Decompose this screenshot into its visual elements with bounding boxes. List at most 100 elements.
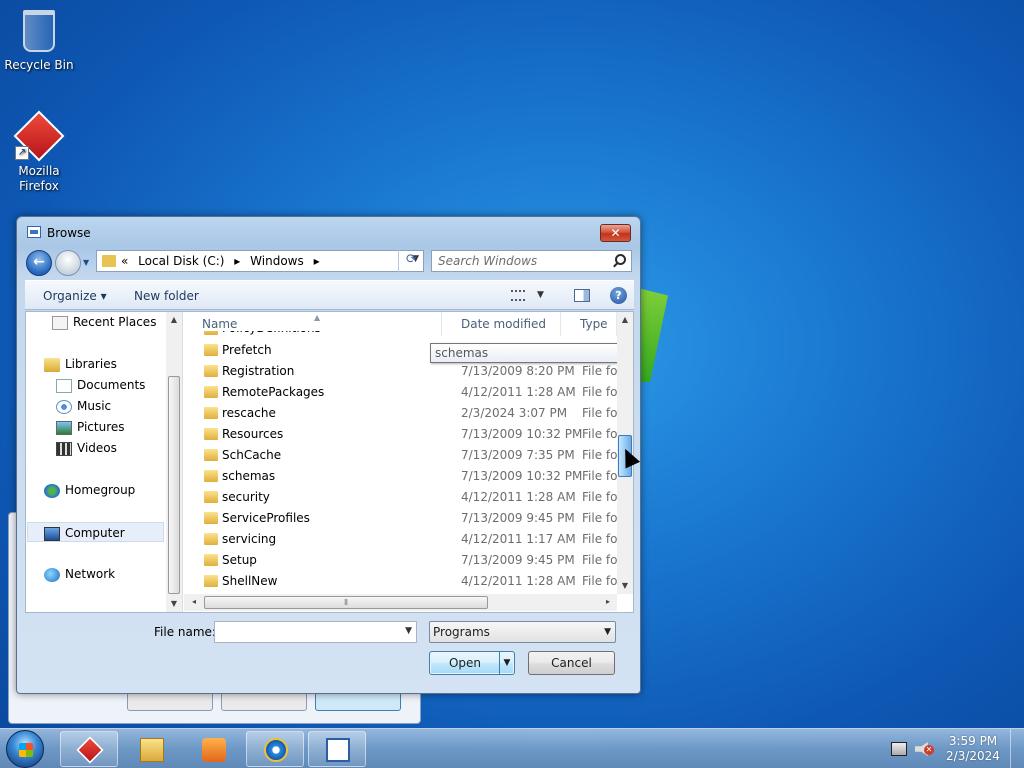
computer-icon <box>44 526 60 541</box>
search-box[interactable] <box>431 250 632 272</box>
search-input[interactable] <box>438 253 598 269</box>
nav-item-recent-places[interactable]: Recent Places <box>52 312 156 332</box>
file-row[interactable]: RemotePackages 4/12/2011 1:28 AM File fol <box>184 382 624 403</box>
back-button[interactable]: ← <box>26 250 52 276</box>
organize-button[interactable]: Organize ▾ <box>43 289 107 303</box>
nav-item-homegroup[interactable]: Homegroup <box>44 480 135 500</box>
system-clock[interactable]: 3:59 PM 2/3/2024 <box>940 734 1006 764</box>
file-row[interactable]: Resources 7/13/2009 10:32 PM File fol <box>184 424 624 445</box>
recycle-bin-desktop-icon[interactable]: Recycle Bin <box>1 6 77 73</box>
file-row[interactable]: rescache 2/3/2024 3:07 PM File fol <box>184 403 624 424</box>
file-row[interactable]: servicing 4/12/2011 1:17 AM File fol <box>184 529 624 550</box>
file-type-filter[interactable]: Programs ▼ <box>429 621 616 643</box>
title-bar[interactable]: Browse ✕ <box>17 217 640 249</box>
breadcrumb-separator[interactable]: ▸ <box>234 254 240 268</box>
close-button[interactable]: ✕ <box>600 224 631 242</box>
firefox-icon: ↗ <box>13 110 65 162</box>
folder-icon <box>204 470 218 482</box>
search-icon[interactable] <box>615 254 626 265</box>
scroll-up-arrow-icon[interactable]: ▲ <box>166 312 182 328</box>
taskbar-internet-explorer[interactable] <box>246 731 304 767</box>
file-row[interactable]: ShellNew 4/12/2011 1:28 AM File fol <box>184 571 624 592</box>
views-dropdown-icon[interactable]: ▼ <box>537 290 544 300</box>
scroll-down-arrow-icon[interactable]: ▼ <box>617 578 633 594</box>
refresh-button[interactable]: ⟳ <box>398 250 424 272</box>
taskbar-firefox[interactable] <box>60 731 118 767</box>
file-row[interactable]: SchCache 7/13/2009 7:35 PM File fol <box>184 445 624 466</box>
background-window-button[interactable] <box>127 691 213 711</box>
navigation-scrollbar[interactable]: ▲ ▼ <box>166 312 182 612</box>
background-window-button[interactable] <box>221 691 307 711</box>
folder-icon <box>204 428 218 440</box>
cancel-button[interactable]: Cancel <box>528 651 615 675</box>
file-row[interactable]: Setup 7/13/2009 9:45 PM File fol <box>184 550 624 571</box>
views-icon[interactable] <box>511 290 525 301</box>
file-name-combobox[interactable]: ▼ <box>214 621 417 643</box>
libraries-icon <box>44 357 60 372</box>
start-button[interactable] <box>6 730 44 768</box>
clock-time: 3:59 PM <box>948 734 998 748</box>
breadcrumb-separator[interactable]: ▸ <box>314 254 320 268</box>
background-window-button[interactable] <box>315 691 401 711</box>
breadcrumb-local-disk[interactable]: Local Disk (C:) <box>138 254 224 268</box>
navigation-pane: Recent Places Libraries Documents Music … <box>26 312 183 612</box>
scroll-down-arrow-icon[interactable]: ▼ <box>166 596 182 612</box>
file-name-input[interactable] <box>218 624 398 640</box>
nav-item-documents[interactable]: Documents <box>56 375 145 395</box>
nav-item-videos[interactable]: Videos <box>56 438 117 458</box>
scroll-up-arrow-icon[interactable]: ▲ <box>617 312 633 328</box>
firefox-desktop-icon[interactable]: ↗ Mozilla Firefox <box>1 110 77 194</box>
nav-item-network[interactable]: Network <box>44 564 115 584</box>
preview-pane-icon[interactable] <box>574 289 590 302</box>
file-row[interactable]: PolicyDefinitions <box>184 331 624 339</box>
nav-item-libraries[interactable]: Libraries <box>44 354 117 374</box>
folder-icon <box>204 365 218 377</box>
music-icon <box>56 399 72 414</box>
help-icon[interactable]: ? <box>610 287 627 304</box>
taskbar-media-player[interactable] <box>184 731 242 767</box>
file-row[interactable]: security 4/12/2011 1:28 AM File fol <box>184 487 624 508</box>
taskbar-windows-explorer[interactable] <box>122 731 180 767</box>
file-name-dropdown-icon[interactable]: ▼ <box>405 626 412 636</box>
browse-dialog: Browse ✕ ← ▼ « Local Disk (C:) ▸ Windows… <box>16 216 641 694</box>
forward-button[interactable] <box>55 250 81 276</box>
scroll-left-arrow-icon[interactable]: ◂ <box>186 594 202 610</box>
folder-icon <box>204 554 218 566</box>
nav-item-music[interactable]: Music <box>56 396 111 416</box>
shortcut-arrow-icon: ↗ <box>15 146 29 160</box>
folder-icon <box>204 407 218 419</box>
network-icon <box>44 567 60 582</box>
recycle-bin-icon <box>15 6 63 54</box>
taskbar-browse-window[interactable] <box>308 731 366 767</box>
show-desktop-button[interactable] <box>1010 729 1024 768</box>
folder-icon <box>204 512 218 524</box>
clock-date: 2/3/2024 <box>946 749 1000 763</box>
open-split-dropdown-icon[interactable]: ▼ <box>499 652 514 674</box>
file-list-horizontal-scrollbar[interactable]: ◂ ⦀ ▸ <box>184 594 617 611</box>
folder-icon <box>204 533 218 545</box>
recent-pages-dropdown[interactable]: ▼ <box>83 258 89 267</box>
pictures-icon <box>56 420 72 435</box>
main-area: Recent Places Libraries Documents Music … <box>25 311 634 613</box>
scroll-right-arrow-icon[interactable]: ▸ <box>600 594 616 610</box>
back-arrow-icon: ← <box>33 254 45 270</box>
breadcrumb-windows[interactable]: Windows <box>250 254 304 268</box>
file-row[interactable]: ServiceProfiles 7/13/2009 9:45 PM File fol <box>184 508 624 529</box>
homegroup-icon <box>44 483 60 498</box>
nav-item-pictures[interactable]: Pictures <box>56 417 125 437</box>
new-folder-button[interactable]: New folder <box>134 289 199 303</box>
muted-icon: ✕ <box>924 745 934 755</box>
nav-item-computer[interactable]: Computer <box>27 522 164 542</box>
breadcrumb-overflow[interactable]: « <box>121 254 128 268</box>
recent-places-icon <box>52 315 68 330</box>
recycle-bin-label: Recycle Bin <box>4 58 74 72</box>
network-tray-icon[interactable] <box>891 742 907 756</box>
folder-icon <box>204 575 218 587</box>
file-row[interactable]: schemas 7/13/2009 10:32 PM File fol <box>184 466 624 487</box>
folder-icon <box>204 331 218 335</box>
navigation-scroll-thumb[interactable] <box>168 376 180 594</box>
address-bar[interactable]: « Local Disk (C:) ▸ Windows ▸ ▼ <box>96 250 424 272</box>
horizontal-scroll-thumb[interactable]: ⦀ <box>204 596 488 609</box>
open-button[interactable]: Open ▼ <box>429 651 515 675</box>
file-row[interactable]: Registration 7/13/2009 8:20 PM File fol <box>184 361 624 382</box>
